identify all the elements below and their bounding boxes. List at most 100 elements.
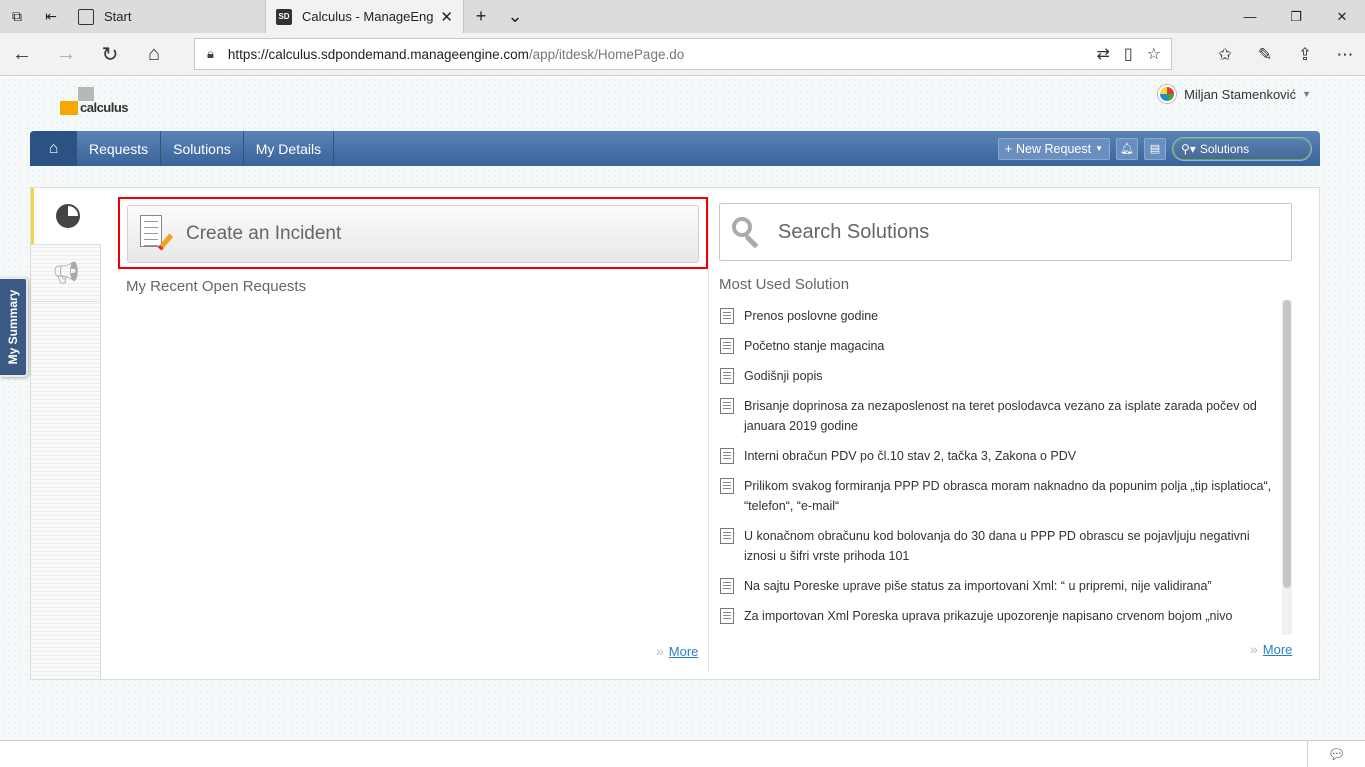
calculus-logo[interactable]: calculus xyxy=(60,87,150,122)
list-item[interactable]: Godišnji popis xyxy=(719,366,1274,386)
solution-link[interactable]: Na sajtu Poreske uprave piše status za i… xyxy=(744,576,1212,596)
favorite-star-icon[interactable]: ☆ xyxy=(1147,44,1161,64)
user-menu[interactable]: Miljan Stamenković ▼ xyxy=(1158,85,1311,103)
list-item[interactable]: Prenos poslovne godine xyxy=(719,306,1274,326)
navbar-actions: + New Request ▼ 🔔︎ ▤ ⚲▾ Solutions xyxy=(997,131,1320,166)
close-window-icon[interactable]: ✕ xyxy=(1319,0,1365,33)
scrollbar-thumb[interactable] xyxy=(1283,300,1291,588)
home-icon: ⌂ xyxy=(48,139,59,157)
minimize-icon[interactable]: — xyxy=(1227,0,1273,33)
sidebar-item-announcements[interactable]: 📢︎ xyxy=(31,245,101,302)
page-content: calculus Miljan Stamenković ▼ ⌂ Requests… xyxy=(0,77,1365,740)
more-options-icon[interactable]: ⋯ xyxy=(1325,33,1365,76)
browser-tab-bar: ⧉ ⇤ Start SD Calculus - ManageEngi ✕ + ⌄… xyxy=(0,0,1365,33)
most-used-title: Most Used Solution xyxy=(719,276,850,293)
new-tab-icon[interactable]: + xyxy=(464,0,498,33)
browser-tools: ✩ ✎ ⇪ ⋯ xyxy=(1205,33,1365,76)
list-item[interactable]: U konačnom obračunu kod bolovanja do 30 … xyxy=(719,526,1274,566)
more-solutions-link[interactable]: More xyxy=(1250,641,1293,657)
solution-link[interactable]: Interni obračun PDV po čl.10 stav 2, tač… xyxy=(744,446,1076,466)
document-icon xyxy=(720,368,734,384)
url-field[interactable]: 🔒︎ https://calculus.sdpondemand.manageen… xyxy=(194,38,1172,70)
reading-view-icon[interactable]: ▯ xyxy=(1124,44,1133,64)
restore-icon[interactable]: ❐ xyxy=(1273,0,1319,33)
notes-icon[interactable]: ▤ xyxy=(1144,137,1166,160)
tab-actions-icon[interactable]: ⧉ xyxy=(0,0,34,33)
nav-my-details[interactable]: My Details xyxy=(244,131,335,166)
bell-icon[interactable]: 🔔︎ xyxy=(1116,137,1138,160)
list-item[interactable]: Za importovan Xml Poreska uprava prikazu… xyxy=(719,606,1274,626)
document-icon xyxy=(720,308,734,324)
highlight-frame: Create an Incident xyxy=(118,197,708,269)
plus-icon: + xyxy=(1004,141,1013,156)
browser-status-bar: 💬︎ xyxy=(0,740,1365,767)
favorites-icon[interactable]: ✩ xyxy=(1205,33,1245,76)
back-icon[interactable]: ← xyxy=(0,33,44,76)
start-page-icon xyxy=(78,8,94,25)
pen-icon[interactable]: ✎ xyxy=(1245,33,1285,76)
share-icon[interactable]: ⇪ xyxy=(1285,33,1325,76)
browser-address-bar: ← → ↻ ⌂ 🔒︎ https://calculus.sdpondemand.… xyxy=(0,33,1365,76)
recent-requests-title: My Recent Open Requests xyxy=(126,278,307,295)
lock-icon: 🔒︎ xyxy=(207,46,214,61)
home-icon[interactable]: ⌂ xyxy=(132,33,176,76)
solution-link[interactable]: Početno stanje magacina xyxy=(744,336,884,356)
logo-text: calculus xyxy=(80,100,129,115)
my-summary-label: My Summary xyxy=(6,289,20,365)
solution-scrollbar[interactable] xyxy=(1282,300,1292,635)
tab-title: Start xyxy=(104,9,132,24)
list-item[interactable]: Interni obračun PDV po čl.10 stav 2, tač… xyxy=(719,446,1274,466)
new-request-button[interactable]: + New Request ▼ xyxy=(997,137,1110,160)
sidebar-item-summary[interactable] xyxy=(31,188,102,245)
solution-link[interactable]: Godišnji popis xyxy=(744,366,823,386)
user-name: Miljan Stamenković xyxy=(1184,86,1297,102)
nav-requests[interactable]: Requests xyxy=(77,131,162,166)
document-pencil-icon xyxy=(138,215,174,253)
document-icon xyxy=(720,578,734,594)
sd-favicon-icon: SD xyxy=(276,8,292,25)
document-icon xyxy=(720,478,734,494)
document-icon xyxy=(720,448,734,464)
nav-solutions[interactable]: Solutions xyxy=(161,131,244,166)
chevron-down-icon[interactable]: ⌄ xyxy=(498,0,532,33)
solution-link[interactable]: U konačnom obračunu kod bolovanja do 30 … xyxy=(744,526,1274,566)
panel-sidebar: 📢︎ xyxy=(31,188,102,679)
list-item[interactable]: Brisanje doprinosa za nezaposlenost na t… xyxy=(719,396,1274,436)
search-icon: ⚲▾ xyxy=(1181,141,1196,156)
navbar-search[interactable]: ⚲▾ Solutions xyxy=(1172,136,1312,161)
new-request-label: New Request xyxy=(1016,141,1092,156)
document-icon xyxy=(720,528,734,544)
list-item[interactable]: Prilikom svakog formiranja PPP PD obrasc… xyxy=(719,476,1274,516)
document-icon xyxy=(720,338,734,354)
logo-mark xyxy=(78,87,94,101)
home-panel: 📢︎ Create an Incident My Recent Open Req… xyxy=(30,187,1320,680)
forward-icon[interactable]: → xyxy=(44,33,88,76)
main-navbar: ⌂ Requests Solutions My Details + New Re… xyxy=(30,131,1320,166)
navbar-search-label: Solutions xyxy=(1199,141,1250,156)
search-icon xyxy=(730,215,764,249)
solution-link[interactable]: Prilikom svakog formiranja PPP PD obrasc… xyxy=(744,476,1274,516)
logo-mark-accent xyxy=(60,101,78,115)
close-tab-icon[interactable]: ✕ xyxy=(440,8,453,26)
tab-start[interactable]: Start xyxy=(68,0,266,33)
home-tab[interactable]: ⌂ xyxy=(30,131,77,166)
search-solutions-field[interactable]: Search Solutions xyxy=(719,203,1292,261)
refresh-icon[interactable]: ↻ xyxy=(88,33,132,76)
url-text: https://calculus.sdpondemand.manageengin… xyxy=(227,46,685,62)
more-requests-link[interactable]: More xyxy=(656,643,699,659)
caret-down-icon: ▼ xyxy=(1095,144,1103,153)
solution-link[interactable]: Prenos poslovne godine xyxy=(744,306,878,326)
caret-down-icon: ▼ xyxy=(1302,89,1311,99)
create-incident-button[interactable]: Create an Incident xyxy=(127,205,699,263)
solution-link[interactable]: Brisanje doprinosa za nezaposlenost na t… xyxy=(744,396,1274,436)
set-tabs-aside-icon[interactable]: ⇤ xyxy=(34,0,68,33)
list-item[interactable]: Na sajtu Poreske uprave piše status za i… xyxy=(719,576,1274,596)
create-incident-label: Create an Incident xyxy=(186,223,342,244)
feedback-icon[interactable]: 💬︎ xyxy=(1307,741,1365,767)
my-summary-tab[interactable]: My Summary xyxy=(0,277,28,377)
list-item[interactable]: Početno stanje magacina xyxy=(719,336,1274,356)
url-icons: ⇄ ▯ ☆ xyxy=(1096,39,1161,69)
translate-icon[interactable]: ⇄ xyxy=(1096,44,1109,64)
solution-link[interactable]: Za importovan Xml Poreska uprava prikazu… xyxy=(744,606,1232,626)
tab-calculus[interactable]: SD Calculus - ManageEngi ✕ xyxy=(266,0,464,33)
